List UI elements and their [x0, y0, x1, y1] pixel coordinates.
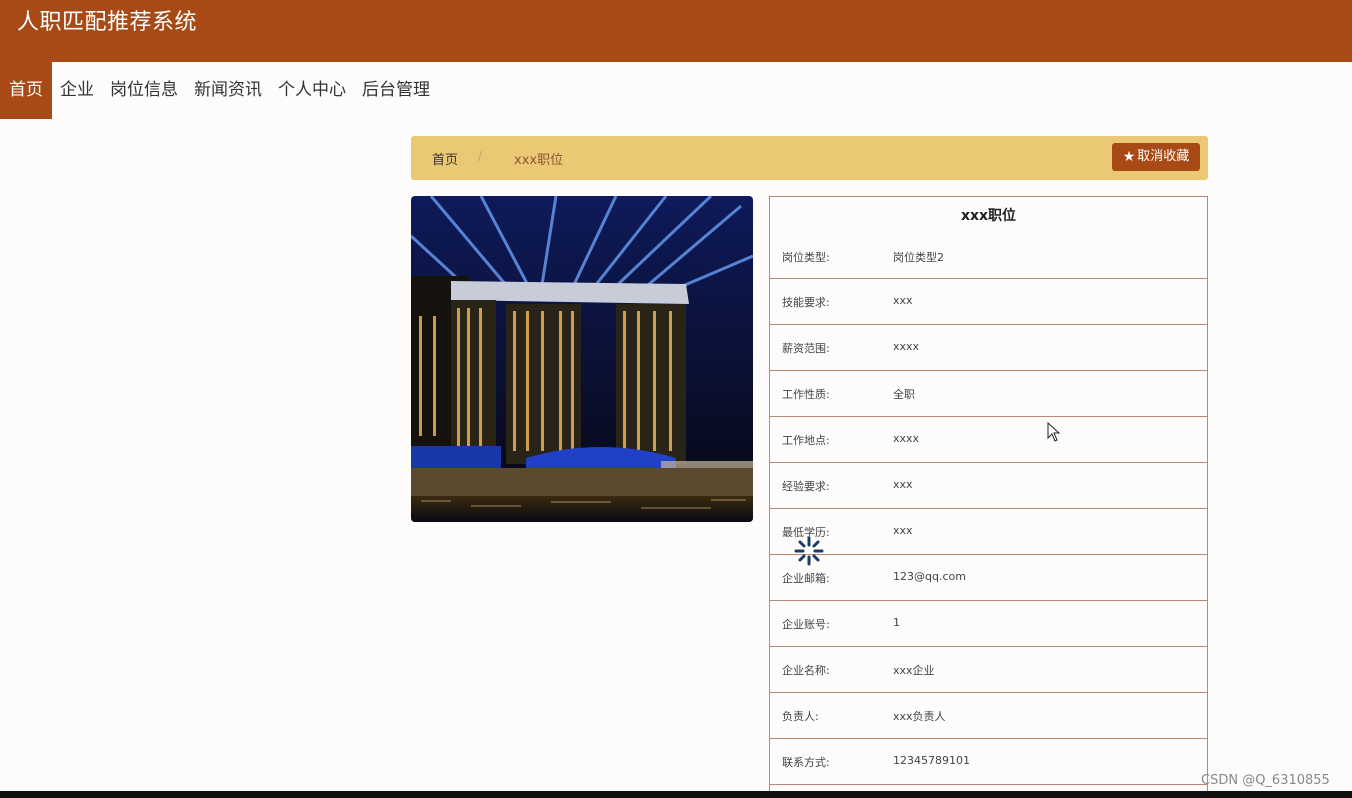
detail-row-location: 工作地点: xxxx: [770, 417, 1207, 463]
field-label: 联系方式:: [782, 756, 830, 769]
field-value: 123@qq.com: [893, 570, 966, 583]
nav-item-profile[interactable]: 个人中心: [270, 62, 354, 119]
field-value: xxxx: [893, 340, 920, 353]
field-value: xxx负责人: [893, 710, 946, 723]
breadcrumb-home-link[interactable]: 首页: [432, 149, 458, 168]
breadcrumb-separator: /: [478, 149, 483, 163]
loading-spinner-icon: [794, 536, 824, 566]
field-value: xxx企业: [893, 664, 935, 677]
field-value: xxx: [893, 478, 913, 491]
breadcrumb: 首页 / xxx职位 ★ 取消收藏: [411, 136, 1208, 180]
detail-row-experience: 经验要求: xxx: [770, 463, 1207, 509]
nav-item-jobs[interactable]: 岗位信息: [102, 62, 186, 119]
field-value: 全职: [893, 388, 915, 401]
main-nav: 首页 企业 岗位信息 新闻资讯 个人中心 后台管理: [0, 62, 438, 119]
detail-row-account: 企业账号: 1: [770, 601, 1207, 647]
detail-row-manager: 负责人: xxx负责人: [770, 693, 1207, 739]
detail-row-salary: 薪资范围: xxxx: [770, 325, 1207, 371]
detail-row-contact: 联系方式: 12345789101: [770, 739, 1207, 785]
unfavorite-button[interactable]: ★ 取消收藏: [1112, 143, 1200, 171]
field-label: 工作地点:: [782, 434, 830, 447]
job-detail-panel: xxx职位 岗位类型: 岗位类型2 技能要求: xxx 薪资范围: xxxx 工…: [769, 196, 1208, 798]
field-value: xxxx: [893, 432, 920, 445]
field-label: 企业邮箱:: [782, 572, 830, 585]
watermark: CSDN @Q_6310855: [1201, 773, 1330, 788]
field-value: 岗位类型2: [893, 251, 944, 264]
field-value: 1: [893, 616, 900, 629]
field-label: 技能要求:: [782, 296, 830, 309]
detail-row-education: 最低学历: xxx: [770, 509, 1207, 555]
field-label: 负责人:: [782, 710, 819, 723]
mouse-cursor-icon: [1047, 421, 1061, 446]
unfavorite-label: 取消收藏: [1137, 149, 1190, 164]
site-title: 人职匹配推荐系统: [17, 10, 198, 35]
field-label: 经验要求:: [782, 480, 830, 493]
job-photo: [411, 196, 753, 522]
field-label: 工作性质:: [782, 388, 830, 401]
field-label: 岗位类型:: [782, 251, 830, 264]
detail-row-work-type: 工作性质: 全职: [770, 371, 1207, 417]
site-header: 人职匹配推荐系统: [0, 0, 1352, 62]
nav-item-home[interactable]: 首页: [0, 62, 52, 119]
job-title: xxx职位: [960, 208, 1017, 224]
bottom-bar: [0, 791, 1352, 798]
detail-row-email: 企业邮箱: 123@qq.com: [770, 555, 1207, 601]
nav-item-news[interactable]: 新闻资讯: [186, 62, 270, 119]
nav-item-company[interactable]: 企业: [52, 62, 102, 119]
nav-item-admin[interactable]: 后台管理: [354, 62, 438, 119]
detail-row-skills: 技能要求: xxx: [770, 279, 1207, 325]
star-icon: ★: [1122, 149, 1136, 165]
field-label: 企业名称:: [782, 664, 830, 677]
field-value: xxx: [893, 294, 913, 307]
breadcrumb-current: xxx职位: [514, 153, 564, 168]
field-value: 12345789101: [893, 754, 970, 767]
field-label: 企业账号:: [782, 618, 830, 631]
field-value: xxx: [893, 524, 913, 537]
detail-row-job-type: 岗位类型: 岗位类型2: [770, 235, 1207, 279]
field-label: 薪资范围:: [782, 342, 830, 355]
detail-row-company-name: 企业名称: xxx企业: [770, 647, 1207, 693]
